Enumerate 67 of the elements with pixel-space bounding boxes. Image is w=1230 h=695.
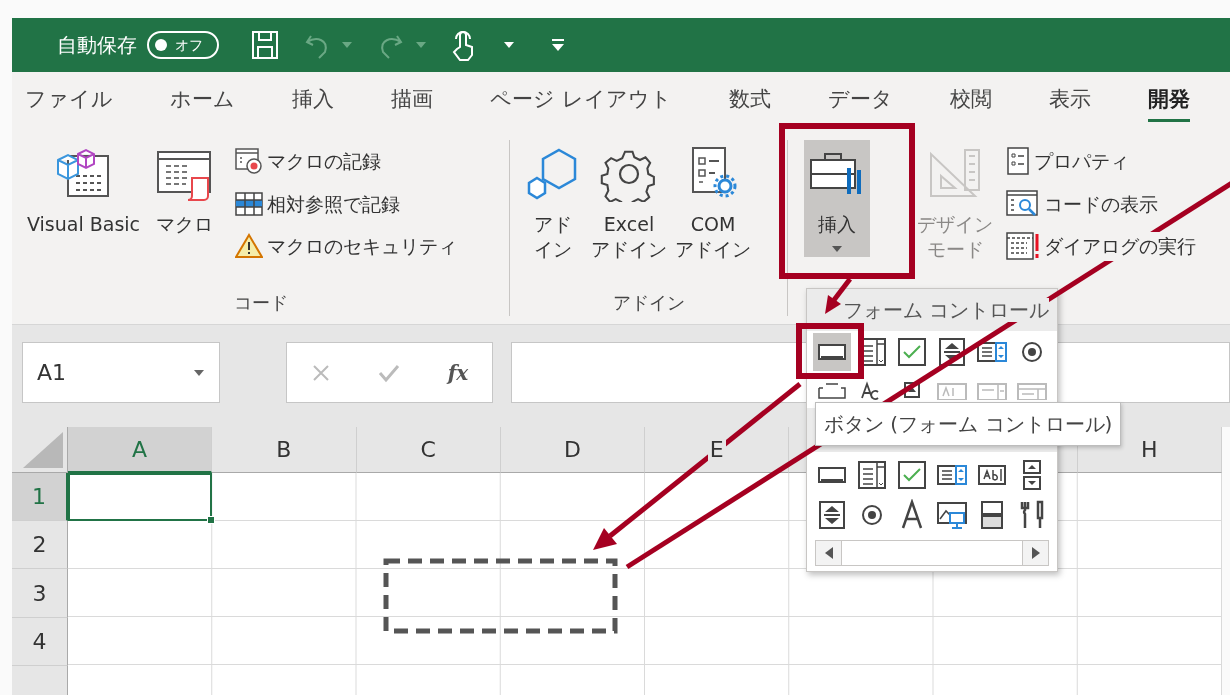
group-box-icon — [816, 380, 848, 400]
properties-button[interactable]: プロパティ — [1004, 146, 1198, 177]
row-header[interactable]: 2 — [12, 521, 68, 569]
column-header[interactable]: B — [212, 427, 357, 473]
enter-icon — [378, 362, 401, 383]
ribbon-tab[interactable]: ページ レイアウト — [490, 77, 672, 123]
drop-down-field-icon — [1016, 380, 1048, 400]
fill-handle[interactable] — [207, 516, 216, 524]
column-header[interactable]: E — [645, 427, 790, 473]
checkbox-icon — [896, 459, 928, 491]
menu-section-header: フォーム コントロール — [843, 298, 1050, 322]
dialog-alert-icon — [1006, 232, 1040, 261]
cancel-icon — [310, 362, 331, 383]
left-triangle-icon — [824, 547, 833, 559]
row-header[interactable]: 3 — [12, 569, 68, 618]
insert-function-button[interactable]: fx — [447, 357, 469, 388]
column-header[interactable]: C — [356, 427, 501, 473]
group-label: アドイン — [612, 292, 685, 313]
scrollbar[interactable] — [815, 540, 1049, 566]
ribbon-tab[interactable]: 校閲 — [949, 77, 992, 123]
column-header[interactable]: D — [500, 427, 645, 473]
scroll-right-button[interactable] — [1022, 541, 1048, 565]
column-header[interactable]: A — [68, 427, 213, 473]
right-triangle-icon — [1031, 547, 1040, 559]
spin-button-icon — [816, 499, 848, 531]
ribbon-tab[interactable]: 開発 — [1147, 77, 1190, 123]
record-icon — [235, 148, 264, 175]
save-icon[interactable] — [251, 30, 279, 60]
image-icon — [936, 499, 968, 531]
com-add-in-button[interactable]: COM アドイン — [672, 140, 754, 266]
ribbon-tab[interactable]: 表示 — [1048, 77, 1091, 123]
ribbon-tab[interactable]: ホーム — [170, 77, 235, 123]
ribbon-tab[interactable]: 数式 — [728, 77, 771, 123]
customize-icon[interactable] — [551, 38, 565, 52]
tooltip: ボタン (フォーム コントロール) — [815, 402, 1122, 446]
group-label: コード — [233, 292, 288, 313]
ribbon-tab[interactable]: ファイル — [25, 77, 113, 123]
annotation-frame — [796, 323, 864, 379]
checkbox-icon — [896, 336, 928, 368]
magnifier-document-icon — [1006, 189, 1040, 218]
dropdown-caret-icon — [193, 368, 205, 377]
insert-control-button[interactable]: 挿入 — [804, 140, 870, 257]
record-macro-button[interactable]: マクロの記録 — [233, 146, 460, 177]
macro-button[interactable]: マクロ — [151, 140, 218, 241]
corner-triangle-icon — [23, 432, 63, 468]
list-field-icon — [976, 380, 1008, 400]
scroll-left-button[interactable] — [816, 541, 842, 565]
row-header[interactable]: 1 — [12, 473, 68, 521]
active-cell[interactable] — [68, 473, 213, 521]
name-box[interactable]: A1 — [22, 342, 220, 403]
warning-icon — [235, 233, 264, 260]
autosave-toggle[interactable]: オフ — [147, 31, 219, 59]
row-header[interactable]: 4 — [12, 618, 68, 666]
ribbon-tab[interactable]: 挿入 — [292, 77, 334, 123]
caret-icon[interactable] — [503, 41, 515, 49]
grid-icon — [235, 190, 264, 217]
ribbon-tab[interactable]: データ — [827, 77, 893, 123]
control-tool[interactable] — [813, 333, 851, 371]
autosave-label: 自動保存 — [57, 32, 137, 59]
add-in-button[interactable]: アド イン — [520, 140, 586, 266]
excel-add-in-button[interactable]: Excel アドイン — [588, 140, 670, 266]
visual-basic-button[interactable]: Visual Basic — [24, 140, 144, 241]
property-list-icon — [1006, 147, 1030, 176]
combo-box-icon — [856, 459, 888, 491]
ribbon-tab[interactable]: 描画 — [391, 77, 433, 123]
text-field-icon — [936, 380, 968, 400]
hand-pointer-icon[interactable] — [451, 29, 475, 61]
